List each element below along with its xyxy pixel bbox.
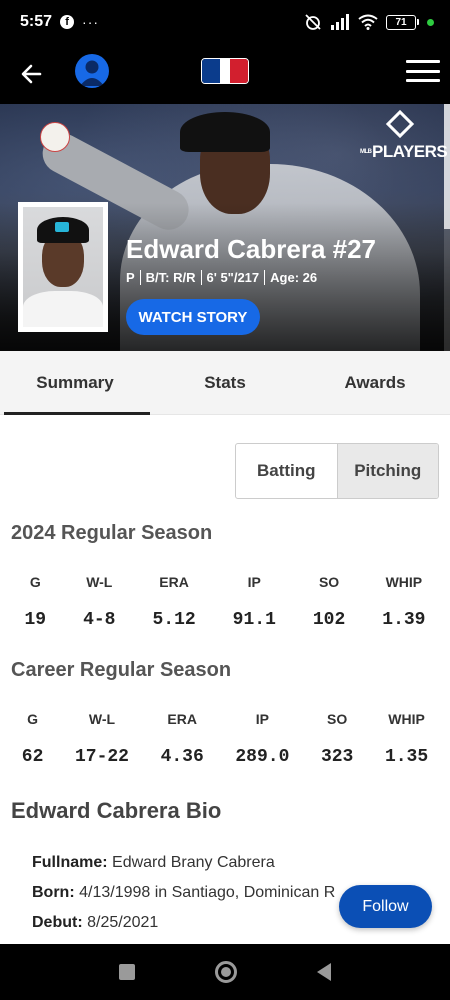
facebook-icon: f — [60, 15, 75, 29]
stat-value: 91.1 — [232, 610, 276, 630]
stat-header: W-L — [88, 711, 116, 727]
stat-value: 4-8 — [83, 610, 116, 630]
battery-icon: 71 — [386, 14, 419, 30]
season-stats-table: G 19 W-L 4-8 ERA 5.12 IP 91.1 SO 102 WHIP 1.39 — [0, 574, 450, 630]
privacy-indicator — [427, 18, 434, 26]
stat-header: ERA — [167, 711, 197, 727]
mlb-logo[interactable] — [201, 58, 249, 84]
stat-value: 289.0 — [235, 747, 290, 767]
stat-value: 4.36 — [160, 747, 204, 767]
hamburger-menu-icon[interactable] — [406, 60, 440, 82]
stat-header: SO — [327, 711, 348, 727]
bio-fullname: Fullname: Edward Brany Cabrera — [32, 854, 275, 871]
marlins-logo-icon — [55, 222, 69, 232]
stat-value: 1.35 — [384, 747, 429, 767]
season-stats-title: 2024 Regular Season — [11, 522, 213, 544]
recents-icon[interactable] — [119, 964, 135, 980]
stat-header: ERA — [159, 574, 189, 590]
player-position: P — [126, 270, 135, 285]
more-notifications-icon: ··· — [82, 14, 100, 30]
battery-level: 71 — [386, 14, 416, 30]
app-header — [0, 44, 450, 104]
career-stats-table: G 62 W-L 17-22 ERA 4.36 IP 289.0 SO 323 WHIP 1… — [0, 711, 450, 767]
player-headshot — [18, 202, 108, 332]
stat-value: 17-22 — [74, 747, 129, 767]
mute-alarm-icon — [305, 14, 321, 30]
stat-value: 5.12 — [152, 610, 196, 630]
mlb-players-logo: MLBPLAYERS — [360, 109, 448, 162]
bio-debut: Debut: 8/25/2021 — [32, 914, 159, 931]
profile-icon[interactable] — [75, 54, 109, 88]
career-stats-title: Career Regular Season — [11, 659, 232, 681]
player-hero-banner: MLBPLAYERS Edward Cabrera #27 P B/T: R/R… — [0, 104, 450, 351]
tab-stats[interactable]: Stats — [150, 351, 300, 414]
stat-header: WHIP — [388, 711, 425, 727]
stat-header: G — [29, 574, 41, 590]
status-time: 5:57 — [20, 13, 53, 30]
player-age: Age: 26 — [270, 270, 318, 285]
stat-header: IP — [255, 711, 269, 727]
tab-summary[interactable]: Summary — [0, 351, 150, 415]
pitching-toggle-button[interactable]: Pitching — [336, 444, 438, 498]
tab-bar: Summary Stats Awards — [0, 351, 450, 415]
watch-story-button[interactable]: WATCH STORY — [126, 299, 260, 335]
follow-button[interactable]: Follow — [339, 885, 432, 928]
stat-value: 323 — [320, 747, 354, 767]
player-meta: P B/T: R/R 6' 5"/217 Age: 26 — [126, 270, 317, 285]
stat-header: G — [27, 711, 39, 727]
stat-type-toggle: Batting Pitching — [235, 443, 439, 499]
tab-awards[interactable]: Awards — [300, 351, 450, 414]
stat-header: W-L — [86, 574, 113, 590]
home-icon[interactable] — [215, 961, 237, 983]
player-name: Edward Cabrera #27 — [126, 234, 377, 264]
player-bats-throws: B/T: R/R — [145, 270, 196, 285]
stat-value: 1.39 — [382, 610, 426, 630]
batting-toggle-button[interactable]: Batting — [236, 444, 337, 498]
signal-icon — [331, 14, 349, 30]
player-height-weight: 6' 5"/217 — [206, 270, 260, 285]
stat-value: 62 — [21, 747, 44, 767]
stat-header: WHIP — [385, 574, 423, 590]
status-bar: 5:57 f ··· 71 — [0, 0, 450, 44]
stat-header: SO — [318, 574, 340, 590]
bio-title: Edward Cabrera Bio — [11, 798, 222, 823]
stat-value: 102 — [312, 610, 346, 630]
back-arrow-icon[interactable] — [18, 60, 46, 88]
system-nav-bar — [0, 944, 450, 1000]
scrollbar-thumb[interactable] — [444, 104, 450, 229]
stat-value: 19 — [24, 610, 47, 630]
wifi-icon — [358, 14, 378, 30]
back-icon[interactable] — [317, 963, 331, 981]
stat-header: IP — [247, 574, 261, 590]
bio-born: Born: 4/13/1998 in Santiago, Dominican R — [32, 884, 336, 901]
